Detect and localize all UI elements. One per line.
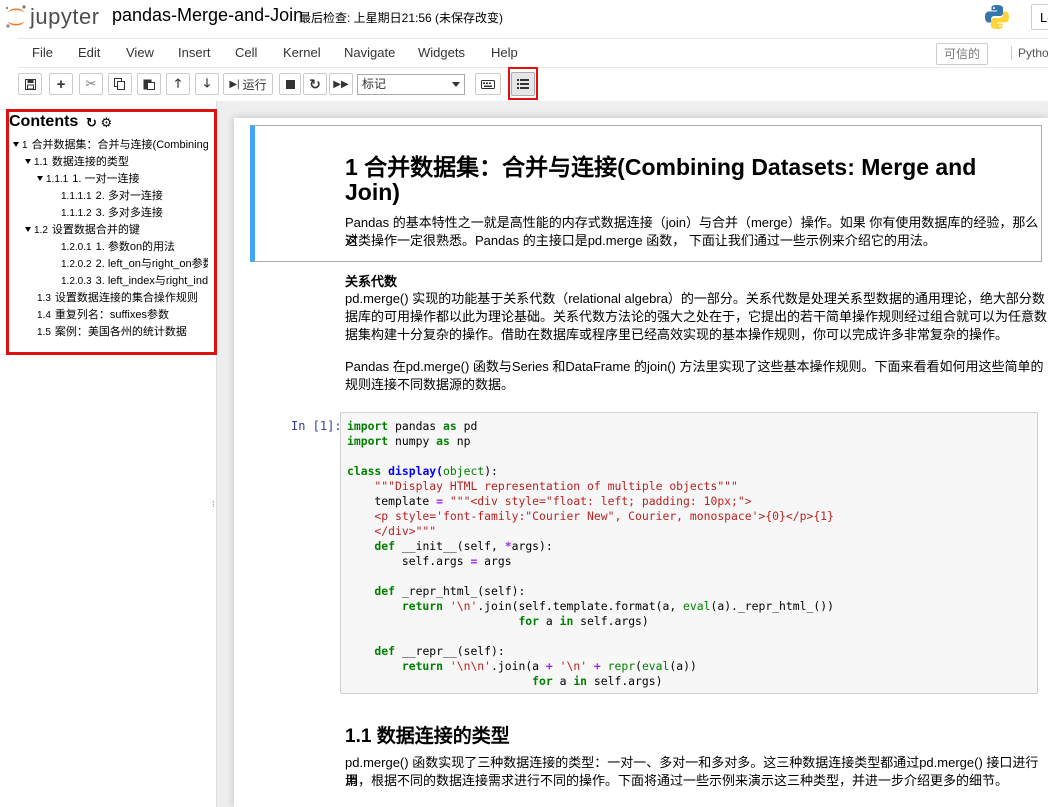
heading-1-1: 1.1 数据连接的类型 bbox=[345, 726, 510, 747]
intro-line-2: 这类操作一定很熟悉。Pandas 的主接口是pd.merge 函数， 下面让我们… bbox=[345, 233, 936, 248]
chevron-down-icon bbox=[452, 82, 460, 87]
insert-cell-button[interactable]: + bbox=[49, 73, 73, 95]
caret-down-icon bbox=[25, 159, 31, 164]
cut-button[interactable]: ✂ bbox=[79, 73, 103, 95]
arrow-down-icon: 🡓 bbox=[203, 75, 211, 90]
plus-icon: + bbox=[56, 75, 66, 93]
toc-item-1-2-0-1[interactable]: 1.2.0.1 1. 参数on的用法 bbox=[61, 238, 208, 254]
toc-sidebar: Contents ↻ ⚙ 1合并数据集：合并与连接(Combining Data… bbox=[0, 101, 217, 807]
menu-file[interactable]: File bbox=[32, 45, 53, 60]
toc-item-1-4[interactable]: 1.4 重复列名：suffixes参数 bbox=[37, 306, 208, 322]
paste-button[interactable] bbox=[137, 73, 161, 95]
run-label: 运行 bbox=[242, 77, 267, 92]
relational-line-3: 据集构建十分复杂的操作。借助在数据库或程序里已经高效实现的基本操作规则，你可以完… bbox=[345, 327, 1009, 342]
toc-item-1-2-0-2[interactable]: 1.2.0.2 2. left_on与right_on参数 bbox=[61, 255, 208, 271]
input-prompt: In [1]: bbox=[291, 419, 342, 433]
refresh-icon[interactable]: ↻ bbox=[86, 115, 97, 130]
header: jupyter pandas-Merge-and-Join 最后检查: 上星期日… bbox=[0, 0, 1048, 101]
gear-icon[interactable]: ⚙ bbox=[101, 115, 113, 130]
code-line-13: return '\n'.join(self.template.format(a,… bbox=[347, 599, 834, 613]
menu-kernel[interactable]: Kernel bbox=[283, 45, 321, 60]
sidebar-resize-handle[interactable]: ⁞ bbox=[212, 499, 214, 509]
menu-help[interactable]: Help bbox=[491, 45, 518, 60]
code-line-4: class display(object): bbox=[347, 464, 498, 478]
toc-item-1-5[interactable]: 1.5 案例：美国各州的统计数据 bbox=[37, 323, 208, 339]
code-line-2: import numpy as np bbox=[347, 434, 471, 448]
command-palette-button[interactable] bbox=[475, 73, 501, 95]
jupyter-logo[interactable]: jupyter bbox=[4, 3, 100, 31]
relational-line-1: pd.merge() 实现的功能基于关系代数（relational algebr… bbox=[345, 291, 1045, 306]
menu-widgets[interactable]: Widgets bbox=[418, 45, 465, 60]
fast-forward-icon: ▶▶ bbox=[333, 78, 349, 90]
arrow-up-icon: 🡑 bbox=[174, 75, 182, 90]
code-line-9: def __init__(self, *args): bbox=[347, 539, 553, 553]
code-line-8: </div>""" bbox=[347, 524, 437, 538]
toc-item-1-1-1-1[interactable]: 1.1.1.1 2. 多对一连接 bbox=[61, 187, 208, 203]
copy-icon bbox=[114, 78, 125, 90]
caret-down-icon bbox=[25, 227, 31, 232]
code-cell-input[interactable]: import pandas as pd import numpy as np c… bbox=[340, 412, 1038, 694]
save-icon bbox=[24, 78, 36, 90]
toc-item-1-1[interactable]: 1.1 数据连接的类型 bbox=[25, 153, 208, 169]
cell-type-value: 标记 bbox=[362, 77, 387, 91]
move-up-button[interactable]: 🡑 bbox=[166, 73, 190, 95]
menu-navigate[interactable]: Navigate bbox=[344, 45, 395, 60]
toc-item-1-1-1[interactable]: 1.1.1 1. 一对一连接 bbox=[37, 170, 208, 186]
code-line-1: import pandas as pd bbox=[347, 419, 478, 433]
keyboard-icon bbox=[481, 79, 495, 89]
code-line-6: template = """<div style="float: left; p… bbox=[347, 494, 752, 508]
step-forward-icon: ▶| bbox=[229, 78, 240, 90]
interrupt-button[interactable] bbox=[279, 73, 301, 95]
toc-button-highlight bbox=[508, 67, 538, 100]
types-line-2: 用，根据不同的数据连接需求进行不同的操作。下面将通过一些示例来演示这三种类型，并… bbox=[345, 773, 1009, 788]
menu-cell[interactable]: Cell bbox=[235, 45, 257, 60]
menu-edit[interactable]: Edit bbox=[78, 45, 100, 60]
toc-item-1-1-1-2[interactable]: 1.1.1.2 3. 多对多连接 bbox=[61, 204, 208, 220]
code-line-16: def __repr__(self): bbox=[347, 644, 505, 658]
menubar: File Edit View Insert Cell Kernel Naviga… bbox=[18, 38, 1048, 68]
python-logo-icon bbox=[985, 5, 1009, 29]
toc-item-1-3[interactable]: 1.3 设置数据连接的集合操作规则 bbox=[37, 289, 208, 305]
move-down-button[interactable]: 🡓 bbox=[195, 73, 219, 95]
copy-button[interactable] bbox=[108, 73, 132, 95]
code-line-17: return '\n\n'.join(a + '\n' + repr(eval(… bbox=[347, 659, 697, 673]
save-button[interactable] bbox=[18, 73, 42, 95]
trusted-indicator[interactable]: 可信的 bbox=[936, 43, 989, 65]
run-button[interactable]: ▶| 运行 bbox=[223, 73, 273, 95]
checkpoint-status: 最后检查: 上星期日21:56 (未保存改变) bbox=[299, 11, 504, 25]
toc-item-1[interactable]: 1合并数据集：合并与连接(Combining Datasets: Merge a… bbox=[13, 136, 208, 152]
pandas-merge-line-2: 规则连接不同数据源的数据。 bbox=[345, 377, 515, 392]
jupyter-logo-icon bbox=[6, 5, 26, 28]
cell-type-select[interactable]: 标记 bbox=[357, 74, 465, 95]
menu-insert[interactable]: Insert bbox=[178, 45, 211, 60]
restart-button[interactable]: ↻ bbox=[303, 73, 327, 95]
code-line-12: def _repr_html_(self): bbox=[347, 584, 526, 598]
caret-down-icon bbox=[13, 142, 19, 147]
caret-down-icon bbox=[37, 176, 43, 181]
notebook-name[interactable]: pandas-Merge-and-Join bbox=[112, 5, 303, 26]
paste-icon bbox=[143, 79, 155, 90]
pandas-merge-line-1: Pandas 在pd.merge() 函数与Series 和DataFrame … bbox=[345, 359, 1044, 374]
login-button[interactable]: Lo bbox=[1031, 4, 1048, 30]
refresh-icon: ↻ bbox=[309, 75, 321, 92]
stop-icon bbox=[285, 79, 295, 89]
toc-item-1-2-0-3[interactable]: 1.2.0.33. left_index与right_index参数 bbox=[61, 272, 208, 288]
relational-line-2: 据库的可用操作都以此为理论基础。关系代数方法论的强大之处在于，它提出的若干简单操… bbox=[345, 309, 1048, 324]
toc-item-1-2[interactable]: 1.2 设置数据合并的键 bbox=[25, 221, 208, 237]
code-line-18: for a in self.args) bbox=[347, 674, 663, 688]
notebook-container: 1 合并数据集：合并与连接(Combining Datasets: Merge … bbox=[234, 118, 1048, 807]
code-line-5: """Display HTML representation of multip… bbox=[347, 479, 738, 493]
kernel-name: Pytho bbox=[1011, 46, 1048, 60]
code-line-7: <p style='font-family:"Courier New", Cou… bbox=[347, 509, 834, 523]
scissors-icon: ✂ bbox=[85, 76, 97, 91]
menu-view[interactable]: View bbox=[126, 45, 154, 60]
restart-run-all-button[interactable]: ▶▶ bbox=[329, 73, 353, 95]
relational-algebra-title: 关系代数 bbox=[345, 274, 398, 289]
heading-1: 1 合并数据集：合并与连接(Combining Datasets: Merge … bbox=[345, 154, 977, 205]
code-line-10: self.args = args bbox=[347, 554, 512, 568]
jupyter-logo-text: jupyter bbox=[30, 4, 100, 29]
toc-title: Contents bbox=[9, 113, 79, 130]
code-line-14: for a in self.args) bbox=[347, 614, 649, 628]
